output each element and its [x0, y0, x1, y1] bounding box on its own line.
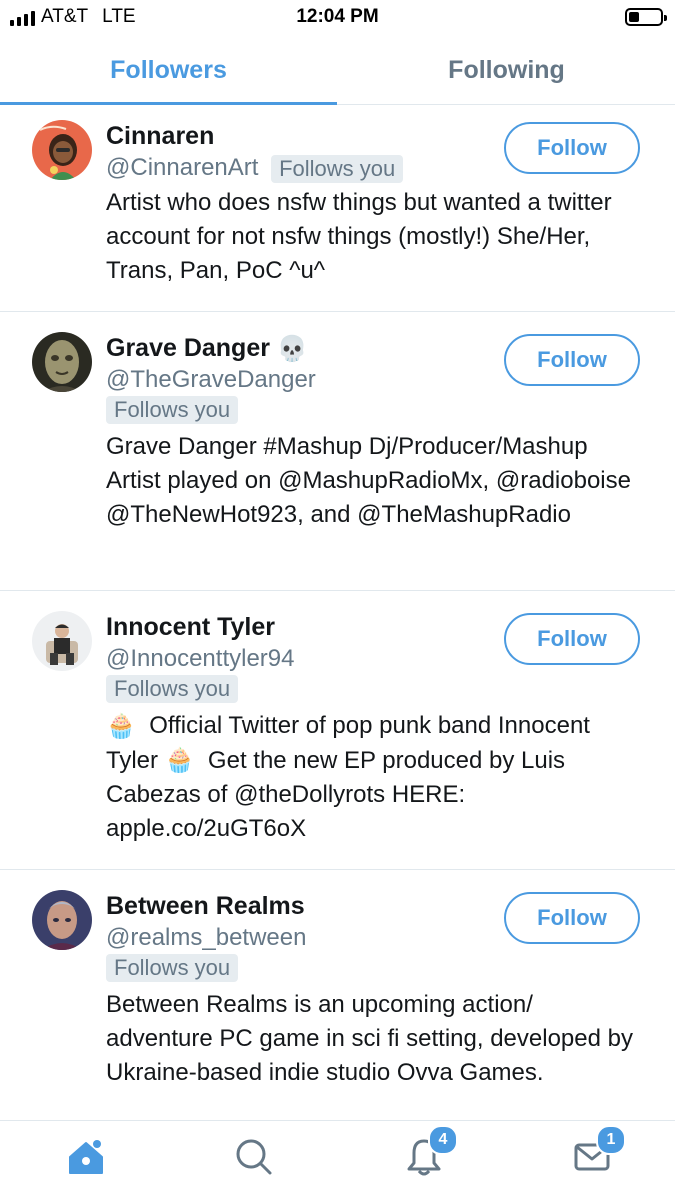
notifications-count-badge: 4 [428, 1125, 458, 1155]
cupcake-emoji-icon: 🧁 [164, 747, 195, 775]
avatar[interactable] [32, 120, 92, 180]
segment-tabs: Followers Following [0, 36, 675, 105]
avatar[interactable] [32, 332, 92, 392]
search-icon[interactable] [232, 1135, 276, 1179]
user-bio: Between Realms is an upcoming action/ ad… [106, 991, 633, 1086]
follow-button[interactable]: Follow [504, 334, 640, 386]
tab-followers[interactable]: Followers [0, 36, 337, 104]
messages-count-badge: 1 [596, 1125, 626, 1155]
clock: 12:04 PM [296, 6, 379, 27]
follow-button[interactable]: Follow [504, 122, 640, 174]
skull-emoji-icon: 💀 [276, 335, 309, 364]
notifications-bell-icon[interactable]: 4 [402, 1125, 458, 1179]
follow-button[interactable]: Follow [504, 892, 640, 944]
follows-you-badge: Follows you [271, 154, 404, 183]
avatar[interactable] [32, 611, 92, 671]
avatar[interactable] [32, 890, 92, 950]
list-item[interactable]: Between Realms @realms_between Follows y… [0, 870, 675, 1122]
list-item[interactable]: Innocent Tyler @Innocenttyler94 Follows … [0, 591, 675, 870]
user-bio: Grave Danger #Mashup Dj/Producer/Mashup … [106, 433, 631, 528]
cupcake-emoji-icon: 🧁 [106, 712, 136, 740]
tab-following[interactable]: Following [338, 36, 675, 104]
followers-list: Cinnaren @CinnarenArt Follows you Artist… [0, 105, 675, 1122]
list-item[interactable]: Cinnaren @CinnarenArt Follows you Artist… [0, 105, 675, 312]
bottom-tab-bar: 4 1 [0, 1120, 675, 1201]
user-bio: 🧁 Official Twitter of pop punk band Inno… [106, 709, 645, 846]
messages-envelope-icon[interactable]: 1 [572, 1125, 626, 1179]
status-bar: AT&T LTE 12:04 PM [0, 0, 675, 36]
list-item[interactable]: Grave Danger 💀 @TheGraveDanger Follows y… [0, 312, 675, 591]
user-handle: @CinnarenArt [106, 154, 259, 181]
battery-icon [625, 8, 667, 26]
follows-you-badge: Follows you [106, 396, 239, 424]
follows-you-badge: Follows you [106, 954, 239, 982]
follows-you-badge: Follows you [106, 675, 239, 703]
user-name[interactable]: Grave Danger [106, 334, 270, 362]
follow-button[interactable]: Follow [504, 613, 640, 665]
home-icon[interactable] [64, 1135, 108, 1179]
user-bio: Artist who does nsfw things but wanted a… [106, 189, 612, 284]
